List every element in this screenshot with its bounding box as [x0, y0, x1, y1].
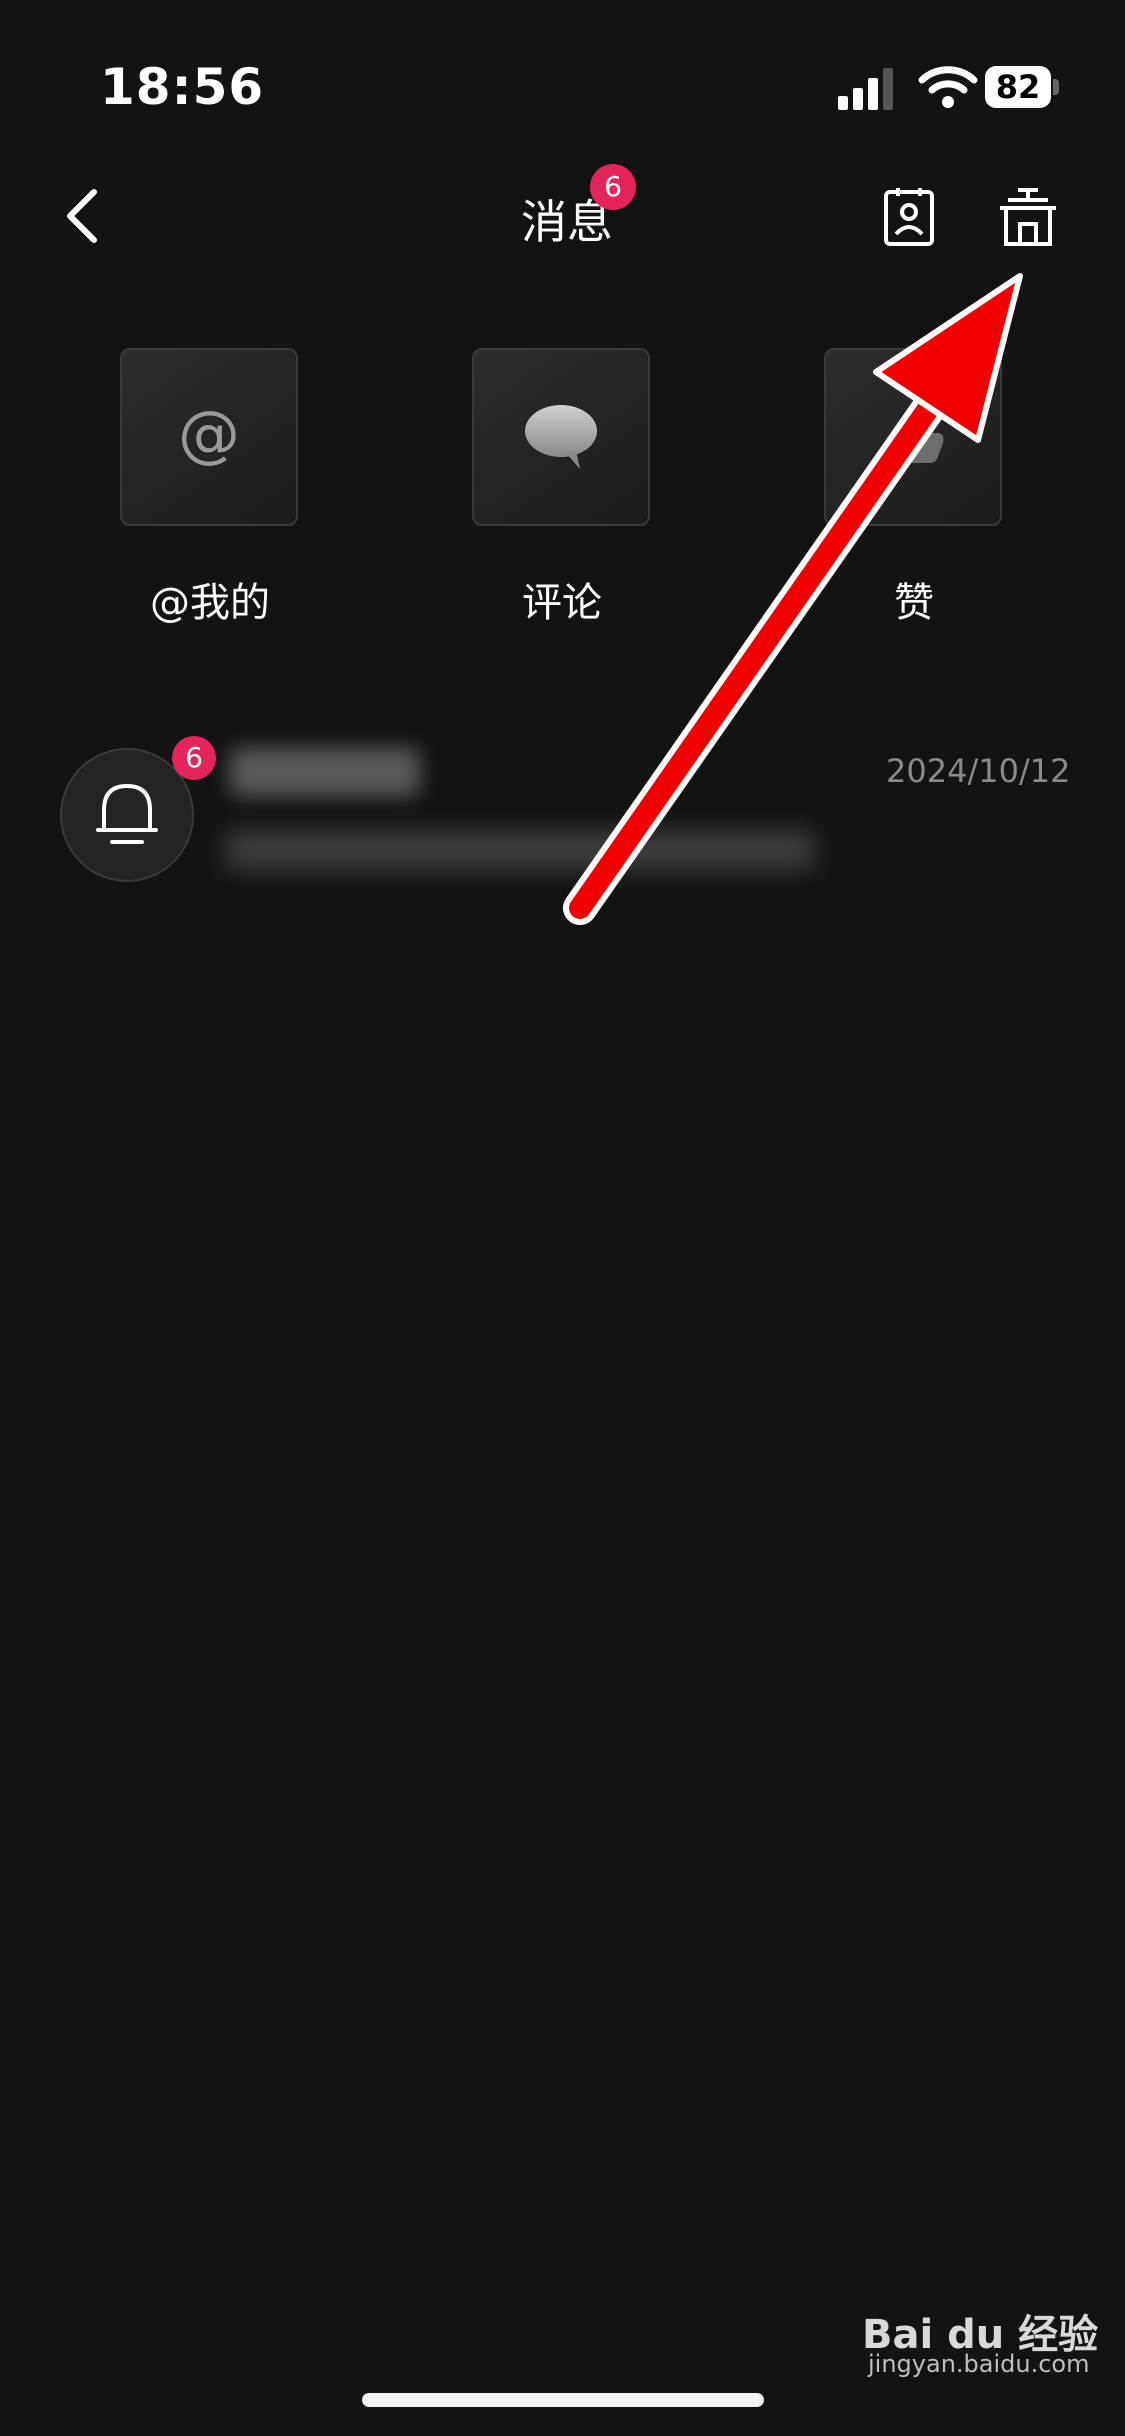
- tile-comments[interactable]: [472, 348, 650, 526]
- watermark-url: jingyan.baidu.com: [868, 2350, 1090, 2378]
- battery-indicator: 82: [985, 66, 1063, 110]
- notification-badge: 6: [172, 736, 216, 780]
- notification-date: 2024/10/12: [886, 752, 1071, 790]
- tile-label-likes: 赞: [894, 580, 934, 626]
- like-icon: [824, 348, 1002, 526]
- tile-label-comments: 评论: [522, 580, 602, 626]
- svg-text:@: @: [178, 397, 240, 470]
- home-indicator[interactable]: [362, 2393, 764, 2407]
- blurred-message-preview: [225, 830, 815, 870]
- wifi-icon: [918, 66, 978, 108]
- tile-label-mentions: @我的: [150, 580, 270, 626]
- status-time: 18:56: [100, 58, 265, 116]
- house-settings-icon[interactable]: [996, 186, 1060, 248]
- contacts-icon[interactable]: [880, 186, 940, 248]
- blurred-sender-name: [230, 748, 420, 796]
- cellular-signal-icon: [838, 68, 893, 110]
- battery-level: 82: [995, 68, 1041, 106]
- tile-likes[interactable]: [824, 348, 1002, 526]
- comment-bubble-icon: [472, 348, 650, 526]
- at-icon: @: [120, 348, 298, 526]
- tile-mentions[interactable]: @: [120, 348, 298, 526]
- unread-count-badge: 6: [590, 164, 636, 210]
- back-chevron-icon[interactable]: [56, 186, 112, 246]
